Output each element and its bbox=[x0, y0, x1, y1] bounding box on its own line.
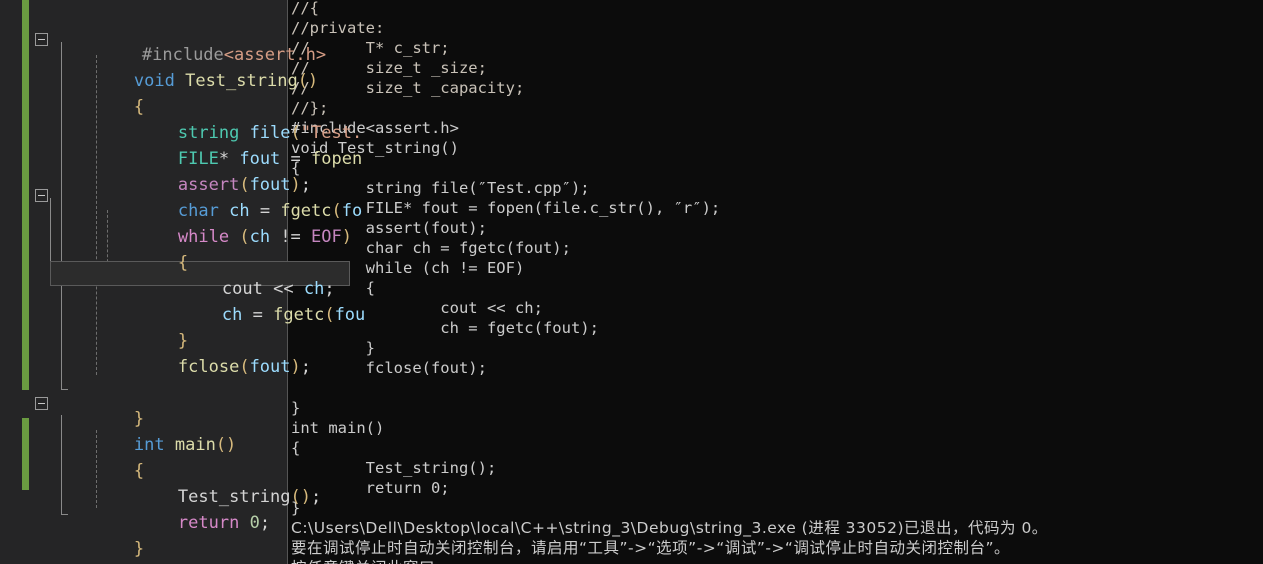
scope-guide-outer bbox=[61, 42, 62, 390]
console-hint-message: 要在调试停止时自动关闭控制台，请启用“工具”->“选项”->“调试”->“调试停… bbox=[291, 539, 1010, 557]
console-line: //{ bbox=[291, 0, 319, 17]
console-line: return 0; bbox=[291, 479, 450, 497]
console-exit-message: C:\Users\Dell\Desktop\local\C++\string_3… bbox=[291, 519, 1048, 537]
fold-toggle-icon[interactable] bbox=[35, 189, 48, 202]
console-line: ch = fgetc(fout); bbox=[291, 319, 599, 337]
console-line: char ch = fgetc(fout); bbox=[291, 239, 571, 257]
console-line: //private: bbox=[291, 19, 385, 37]
console-line: { bbox=[291, 159, 301, 177]
console-line: // size_t _size; bbox=[291, 59, 487, 77]
console-line: } bbox=[291, 339, 375, 357]
console-line: Test_string(); bbox=[291, 459, 497, 477]
debug-console-window[interactable]: //{ //private: // T* c_str; // size_t _s… bbox=[287, 0, 1263, 564]
console-line: while (ch != EOF) bbox=[291, 259, 525, 277]
console-line: void Test_string() bbox=[291, 139, 459, 157]
console-line: fclose(fout); bbox=[291, 359, 487, 377]
console-line: // size_t _capacity; bbox=[291, 79, 525, 97]
fold-toggle-icon[interactable] bbox=[35, 397, 48, 410]
console-line: { bbox=[291, 279, 375, 297]
indent-guide bbox=[96, 430, 97, 508]
console-line: string file(″Test.cpp″); bbox=[291, 179, 590, 197]
fold-toggle-icon[interactable] bbox=[35, 33, 48, 46]
console-line: cout << ch; bbox=[291, 299, 543, 317]
console-line: } bbox=[291, 499, 301, 517]
console-line: } bbox=[291, 399, 301, 417]
screen-root: #include<assert.h> void Test_string() { … bbox=[0, 0, 1263, 564]
console-line: { bbox=[291, 439, 301, 457]
console-line: // T* c_str; bbox=[291, 39, 450, 57]
console-line: #include<assert.h> bbox=[291, 119, 459, 137]
console-line: FILE* fout = fopen(file.c_str(), ″r″); bbox=[291, 199, 721, 217]
console-press-key-message: 按任意键关闭此窗口 bbox=[288, 558, 1263, 564]
console-line: //}; bbox=[291, 99, 329, 117]
scope-guide-foot bbox=[61, 514, 68, 515]
console-line: assert(fout); bbox=[291, 219, 487, 237]
scope-guide-inner bbox=[61, 415, 62, 515]
scope-guide-foot bbox=[61, 389, 68, 390]
console-line: int main() bbox=[291, 419, 385, 437]
indent-guide bbox=[96, 55, 97, 375]
console-output: //{ //private: // T* c_str; // size_t _s… bbox=[288, 0, 1263, 564]
